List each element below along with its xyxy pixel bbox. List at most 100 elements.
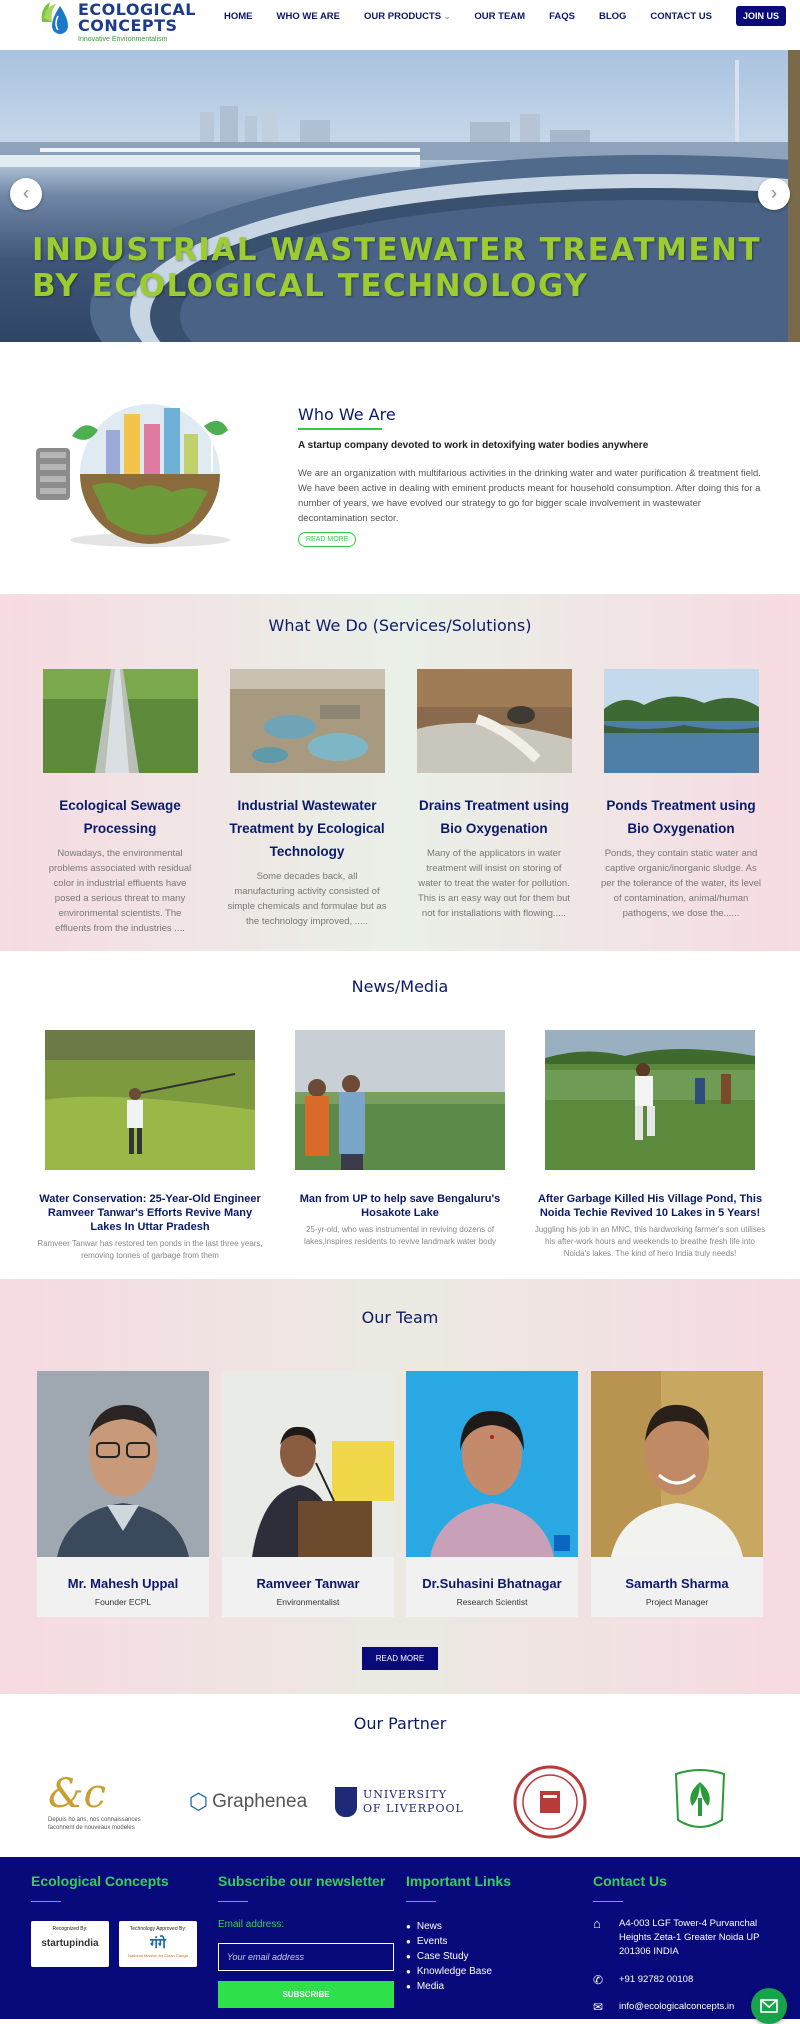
logo-title-line2: CONCEPTS <box>78 15 178 35</box>
services-section: What We Do (Services/Solutions) Ecologic… <box>0 594 800 951</box>
footer-newsletter-title: Subscribe our newsletter <box>218 1873 386 1889</box>
news-headline[interactable]: After Garbage Killed His Village Pond, T… <box>532 1192 768 1220</box>
news-card[interactable]: Man from UP to help save Bengaluru's Hos… <box>282 1030 518 1248</box>
nav-our-products-label: OUR PRODUCTS <box>364 10 442 22</box>
title-underline <box>298 428 382 430</box>
news-card[interactable]: After Garbage Killed His Village Pond, T… <box>532 1030 768 1260</box>
service-image-ponds <box>603 669 759 773</box>
service-card[interactable]: Ponds Treatment using Bio Oxygenation Po… <box>601 669 761 921</box>
nav-blog[interactable]: BLOG <box>599 11 626 22</box>
partner-logo-liverpool[interactable]: UNIVERSITY OF LIVERPOOL <box>334 1764 466 1840</box>
contact-phone[interactable]: ✆ +91 92782 00108 <box>593 1973 693 1987</box>
footer-divider <box>31 1901 61 1902</box>
member-role: Founder ECPL <box>94 1597 152 1607</box>
team-member-card[interactable]: Ramveer Tanwar Environmentalist <box>222 1371 394 1617</box>
badge-ganga-name: गंगे <box>150 1935 166 1951</box>
water-drop-logo-icon <box>38 2 74 42</box>
service-text: Many of the applicators in water treatme… <box>417 848 571 919</box>
news-summary: Juggling his job in an MNC, this hardwor… <box>534 1225 766 1258</box>
footer-divider <box>218 1901 248 1902</box>
news-card[interactable]: Water Conservation: 25-Year-Old Engineer… <box>32 1030 268 1262</box>
service-text: Some decades back, all manufacturing act… <box>227 871 387 927</box>
member-name: Samarth Sharma <box>625 1576 729 1591</box>
partner-logo-forest-department[interactable] <box>668 1764 732 1840</box>
hero-slider: INDUSTRIAL WASTEWATER TREATMENT BY ECOLO… <box>0 50 800 342</box>
member-role: Project Manager <box>645 1597 709 1607</box>
newsletter-email-input[interactable] <box>218 1943 394 1971</box>
slider-next-button[interactable]: › <box>758 178 790 210</box>
team-section: Our Team Mr. Mahesh Uppal Founder ECPL R… <box>0 1279 800 1694</box>
service-card[interactable]: Industrial Wastewater Treatment by Ecolo… <box>227 669 387 929</box>
footer-link-case-study[interactable]: Case Study <box>406 1949 492 1964</box>
team-read-more-button[interactable]: READ MORE <box>362 1647 438 1670</box>
badge-recognized-label: Recognized By: <box>52 1926 88 1932</box>
home-icon: ⌂ <box>593 1916 601 1931</box>
badge-ganga-sub: National Mission for Clean Ganga <box>128 1953 188 1958</box>
service-title: Drains Treatment using Bio Oxygenation <box>418 798 570 836</box>
service-card[interactable]: Ecological Sewage Processing Nowadays, t… <box>40 669 200 936</box>
hexagon-icon: ⬡ <box>188 1789 209 1814</box>
chevron-down-icon: ⌄ <box>443 11 451 21</box>
slider-prev-button[interactable]: ‹ <box>10 178 42 210</box>
subscribe-button[interactable]: SUBSCRIBE <box>218 1981 394 2008</box>
member-name: Ramveer Tanwar <box>256 1576 360 1591</box>
important-links-list: News Events Case Study Knowledge Base Me… <box>406 1919 492 1994</box>
partner-logo-graphenea[interactable]: ⬡ Graphenea <box>188 1764 308 1840</box>
contact-phone-text: +91 92782 00108 <box>619 1974 694 1985</box>
news-headline[interactable]: Man from UP to help save Bengaluru's Hos… <box>282 1192 518 1220</box>
clean-ganga-badge[interactable]: Technology Approved By: गंगे National Mi… <box>119 1921 197 1967</box>
news-image <box>545 1030 755 1170</box>
team-member-card[interactable]: Dr.Suhasini Bhatnagar Research Scientist <box>406 1371 578 1617</box>
partner-andc-mark: &c <box>48 1771 107 1817</box>
who-we-are-subtitle: A startup company devoted to work in det… <box>298 440 649 451</box>
service-title: Ecological Sewage Processing <box>59 798 181 836</box>
contact-address: ⌂ A4-003 LGF Tower-4 Purvanchal Heights … <box>593 1917 773 1959</box>
envelope-icon: ✉ <box>593 2000 604 2014</box>
join-us-button[interactable]: JOIN US <box>736 6 787 26</box>
footer-contact-title: Contact Us <box>593 1873 667 1889</box>
member-photo <box>37 1371 209 1557</box>
who-we-are-text: We are an organization with multifarious… <box>298 468 761 524</box>
team-member-card[interactable]: Samarth Sharma Project Manager <box>591 1371 763 1617</box>
contact-email[interactable]: ✉ info@ecologicalconcepts.in <box>593 2000 734 2014</box>
member-name: Dr.Suhasini Bhatnagar <box>422 1576 562 1591</box>
news-headline[interactable]: Water Conservation: 25-Year-Old Engineer… <box>32 1192 268 1234</box>
partner-andc-caption: Depuis ho ans, nos connaissances faconne… <box>48 1817 141 1831</box>
who-we-are-title: Who We Are <box>298 405 396 424</box>
badge-approved-label: Technology Approved By: <box>129 1926 187 1932</box>
partner-logo-andc[interactable]: &c Depuis ho ans, nos connaissances faco… <box>46 1764 156 1840</box>
team-member-card[interactable]: Mr. Mahesh Uppal Founder ECPL <box>37 1371 209 1617</box>
footer-links-title: Important Links <box>406 1873 512 1889</box>
who-read-more-button[interactable]: READ MORE <box>298 532 357 547</box>
service-image-industrial <box>229 669 385 773</box>
startupindia-badge[interactable]: Recognized By: startupindia <box>31 1921 109 1967</box>
member-photo <box>406 1371 578 1557</box>
hero-headline-line1: INDUSTRIAL WASTEWATER TREATMENT <box>32 232 762 268</box>
nav-faqs[interactable]: FAQS <box>549 11 575 22</box>
news-image <box>295 1030 505 1170</box>
nav-our-products[interactable]: OUR PRODUCTS ⌄ <box>364 11 450 22</box>
logo-tagline: Innovative Environmentalism <box>78 35 168 43</box>
footer-link-knowledge-base[interactable]: Knowledge Base <box>406 1964 492 1979</box>
footer-divider <box>406 1901 436 1902</box>
nav-contact-us[interactable]: CONTACT US <box>650 11 712 22</box>
site-header: ECOLOGICAL CONCEPTS Innovative Environme… <box>0 0 800 50</box>
partner-logo-university-seal[interactable] <box>512 1764 588 1840</box>
service-card[interactable]: Drains Treatment using Bio Oxygenation M… <box>414 669 574 921</box>
member-photo <box>591 1371 763 1557</box>
nav-our-team[interactable]: OUR TEAM <box>474 11 525 22</box>
who-we-are-illustration <box>32 400 262 550</box>
partner-liverpool-name: UNIVERSITY OF LIVERPOOL <box>363 1788 464 1815</box>
nav-home[interactable]: HOME <box>224 11 253 22</box>
member-role: Research Scientist <box>456 1597 528 1607</box>
team-title: Our Team <box>361 1308 439 1327</box>
nav-who-we-are[interactable]: WHO WE ARE <box>277 11 341 22</box>
footer-link-events[interactable]: Events <box>406 1934 492 1949</box>
partners-title: Our Partner <box>353 1714 447 1733</box>
footer-link-news[interactable]: News <box>406 1919 492 1934</box>
footer-company-title: Ecological Concepts <box>31 1873 169 1889</box>
member-role: Environmentalist <box>276 1597 340 1607</box>
footer-link-media[interactable]: Media <box>406 1979 492 1994</box>
email-address-label: Email address: <box>218 1919 285 1930</box>
site-logo[interactable]: ECOLOGICAL CONCEPTS Innovative Environme… <box>38 0 196 44</box>
